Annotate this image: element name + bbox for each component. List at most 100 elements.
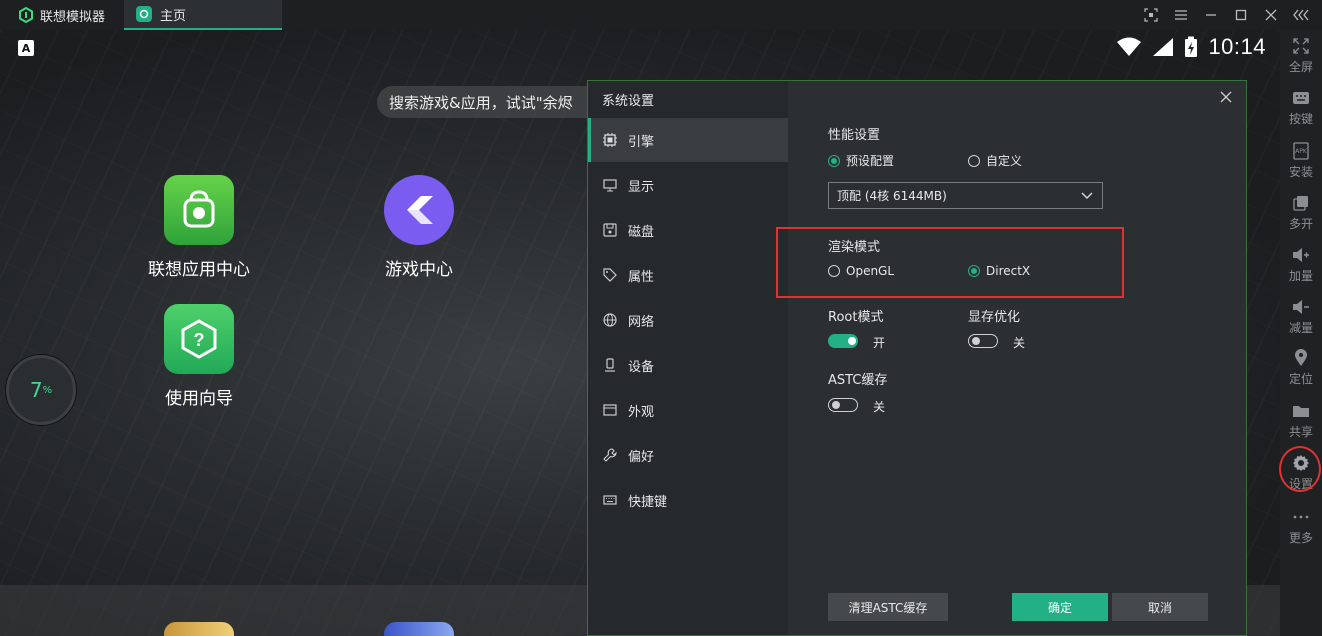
settings-nav-appearance[interactable]: 外观 — [588, 388, 788, 432]
sidebar-item-share[interactable]: 共享 — [1280, 401, 1322, 440]
performance-label: 性能设置 — [828, 128, 881, 143]
nav-label: 引擎 — [628, 134, 655, 150]
radio-dot — [968, 265, 980, 277]
sidebar-item-volume-up[interactable]: 加量 — [1280, 245, 1322, 284]
vram-optimize-toggle[interactable] — [968, 334, 998, 348]
app-label: 使用向导 — [165, 389, 233, 409]
clear-astc-button[interactable]: 清理ASTC缓存 — [828, 593, 948, 621]
wifi-icon — [1117, 37, 1142, 56]
gauge-value: 7 — [29, 378, 43, 402]
astc-cache-state: 关 — [873, 400, 886, 414]
settings-nav-network[interactable]: 网络 — [588, 298, 788, 342]
maximize-icon[interactable] — [1230, 4, 1252, 26]
location-icon — [1280, 348, 1322, 368]
sidebar-item-keys[interactable]: 按键 — [1280, 88, 1322, 127]
volume-up-icon — [1280, 245, 1322, 265]
sidebar-label: 共享 — [1288, 425, 1313, 439]
radio-directx[interactable]: DirectX — [968, 264, 1030, 278]
sidebar-item-more[interactable]: 更多 — [1280, 507, 1322, 546]
close-icon[interactable] — [1260, 4, 1282, 26]
screen-record-icon[interactable] — [1140, 4, 1162, 26]
dock-app-icon[interactable] — [164, 622, 234, 636]
radio-dot — [828, 154, 840, 167]
root-mode-label: Root模式 — [828, 310, 884, 325]
astc-cache-toggle[interactable] — [828, 398, 858, 412]
sidebar-item-install[interactable]: APK 安装 — [1280, 141, 1322, 180]
tag-icon — [602, 267, 618, 283]
radio-dot — [828, 265, 840, 277]
app-logo-icon — [19, 7, 33, 23]
minimize-icon[interactable] — [1200, 4, 1222, 26]
settings-nav-device[interactable]: 设备 — [588, 343, 788, 387]
radio-dot — [968, 154, 980, 167]
tab-home[interactable]: 主页 — [124, 0, 282, 30]
sidebar-label: 加量 — [1288, 269, 1313, 283]
radio-opengl[interactable]: OpenGL — [828, 264, 894, 278]
radio-label: OpenGL — [846, 264, 895, 278]
chevron-down-icon — [1081, 192, 1093, 199]
sidebar-item-location[interactable]: 定位 — [1280, 348, 1322, 387]
radio-preset[interactable]: 预设配置 — [828, 152, 894, 169]
settings-nav-properties[interactable]: 属性 — [588, 253, 788, 297]
settings-nav-preferences[interactable]: 偏好 — [588, 433, 788, 477]
vram-optimize-label: 显存优化 — [968, 310, 1021, 325]
engine-icon — [602, 132, 618, 148]
nav-label: 外观 — [628, 404, 655, 420]
settings-nav-disk[interactable]: 磁盘 — [588, 208, 788, 252]
disk-icon — [602, 222, 618, 238]
app-user-guide[interactable]: ? 使用向导 — [139, 304, 259, 409]
root-mode-state: 开 — [873, 336, 886, 350]
vram-optimize-state: 关 — [1013, 336, 1026, 350]
app-lenovo-store[interactable]: 联想应用中心 — [139, 175, 259, 280]
window-controls — [1140, 0, 1312, 30]
root-mode-toggle[interactable] — [828, 334, 858, 348]
signal-icon — [1153, 38, 1174, 56]
settings-nav-shortcuts[interactable]: 快捷键 — [588, 478, 788, 522]
app-label: 游戏中心 — [385, 260, 453, 280]
settings-highlight-circle — [1279, 446, 1321, 492]
nav-label: 磁盘 — [628, 224, 655, 240]
nav-label: 显示 — [628, 179, 655, 195]
game-center-icon — [384, 175, 454, 245]
ok-button[interactable]: 确定 — [1012, 593, 1108, 621]
battery-charging-icon — [1185, 36, 1198, 57]
right-toolbar: 全屏 按键 APK 安装 多开 加量 减量 定位 共享 设置 更多 — [1280, 30, 1322, 636]
nav-label: 设备 — [628, 359, 655, 375]
app-game-center[interactable]: 游戏中心 — [359, 175, 479, 280]
sidebar-label: 按键 — [1288, 112, 1313, 126]
menu-icon[interactable] — [1170, 4, 1192, 26]
folder-icon — [1280, 401, 1322, 421]
settings-nav-display[interactable]: 显示 — [588, 163, 788, 207]
sidebar-item-fullscreen[interactable]: 全屏 — [1280, 36, 1322, 75]
select-value: 顶配 (4核 6144MB) — [837, 189, 947, 203]
keyboard-a-icon: A — [18, 40, 34, 56]
sidebar-label: 多开 — [1288, 217, 1313, 231]
radio-label: 预设配置 — [846, 154, 895, 168]
sidebar-item-multi[interactable]: 多开 — [1280, 193, 1322, 232]
radio-custom[interactable]: 自定义 — [968, 152, 1022, 169]
sidebar-label: 定位 — [1288, 372, 1313, 386]
sidebar-item-volume-down[interactable]: 减量 — [1280, 297, 1322, 336]
collapse-sidebar-icon[interactable] — [1290, 4, 1312, 26]
settings-nav-engine[interactable]: 引擎 — [588, 118, 788, 162]
wrench-icon — [602, 447, 618, 463]
dialog-title: 系统设置 — [602, 94, 655, 109]
more-icon — [1280, 507, 1322, 527]
lenovo-store-icon — [164, 175, 234, 245]
fullscreen-icon — [1280, 36, 1322, 56]
preset-select[interactable]: 顶配 (4核 6144MB) — [828, 182, 1103, 209]
performance-gauge[interactable]: 7% — [6, 355, 76, 425]
nav-label: 偏好 — [628, 449, 655, 465]
volume-down-icon — [1280, 297, 1322, 317]
gauge-unit: % — [42, 384, 53, 396]
settings-nav: 系统设置 引擎 显示 磁盘 属性 网络 设备 外观 偏好 快捷键 — [588, 81, 788, 635]
dock-app-icon[interactable] — [384, 622, 454, 636]
cancel-button[interactable]: 取消 — [1112, 593, 1208, 621]
render-mode-label: 渲染模式 — [828, 240, 881, 255]
home-tab-icon — [136, 6, 152, 22]
globe-icon — [602, 312, 618, 328]
sidebar-label: 减量 — [1288, 321, 1313, 335]
keyboard-icon — [602, 492, 618, 508]
appearance-icon — [602, 402, 618, 418]
system-settings-dialog: 系统设置 引擎 显示 磁盘 属性 网络 设备 外观 偏好 快捷键 性能设置 预设… — [587, 80, 1247, 636]
